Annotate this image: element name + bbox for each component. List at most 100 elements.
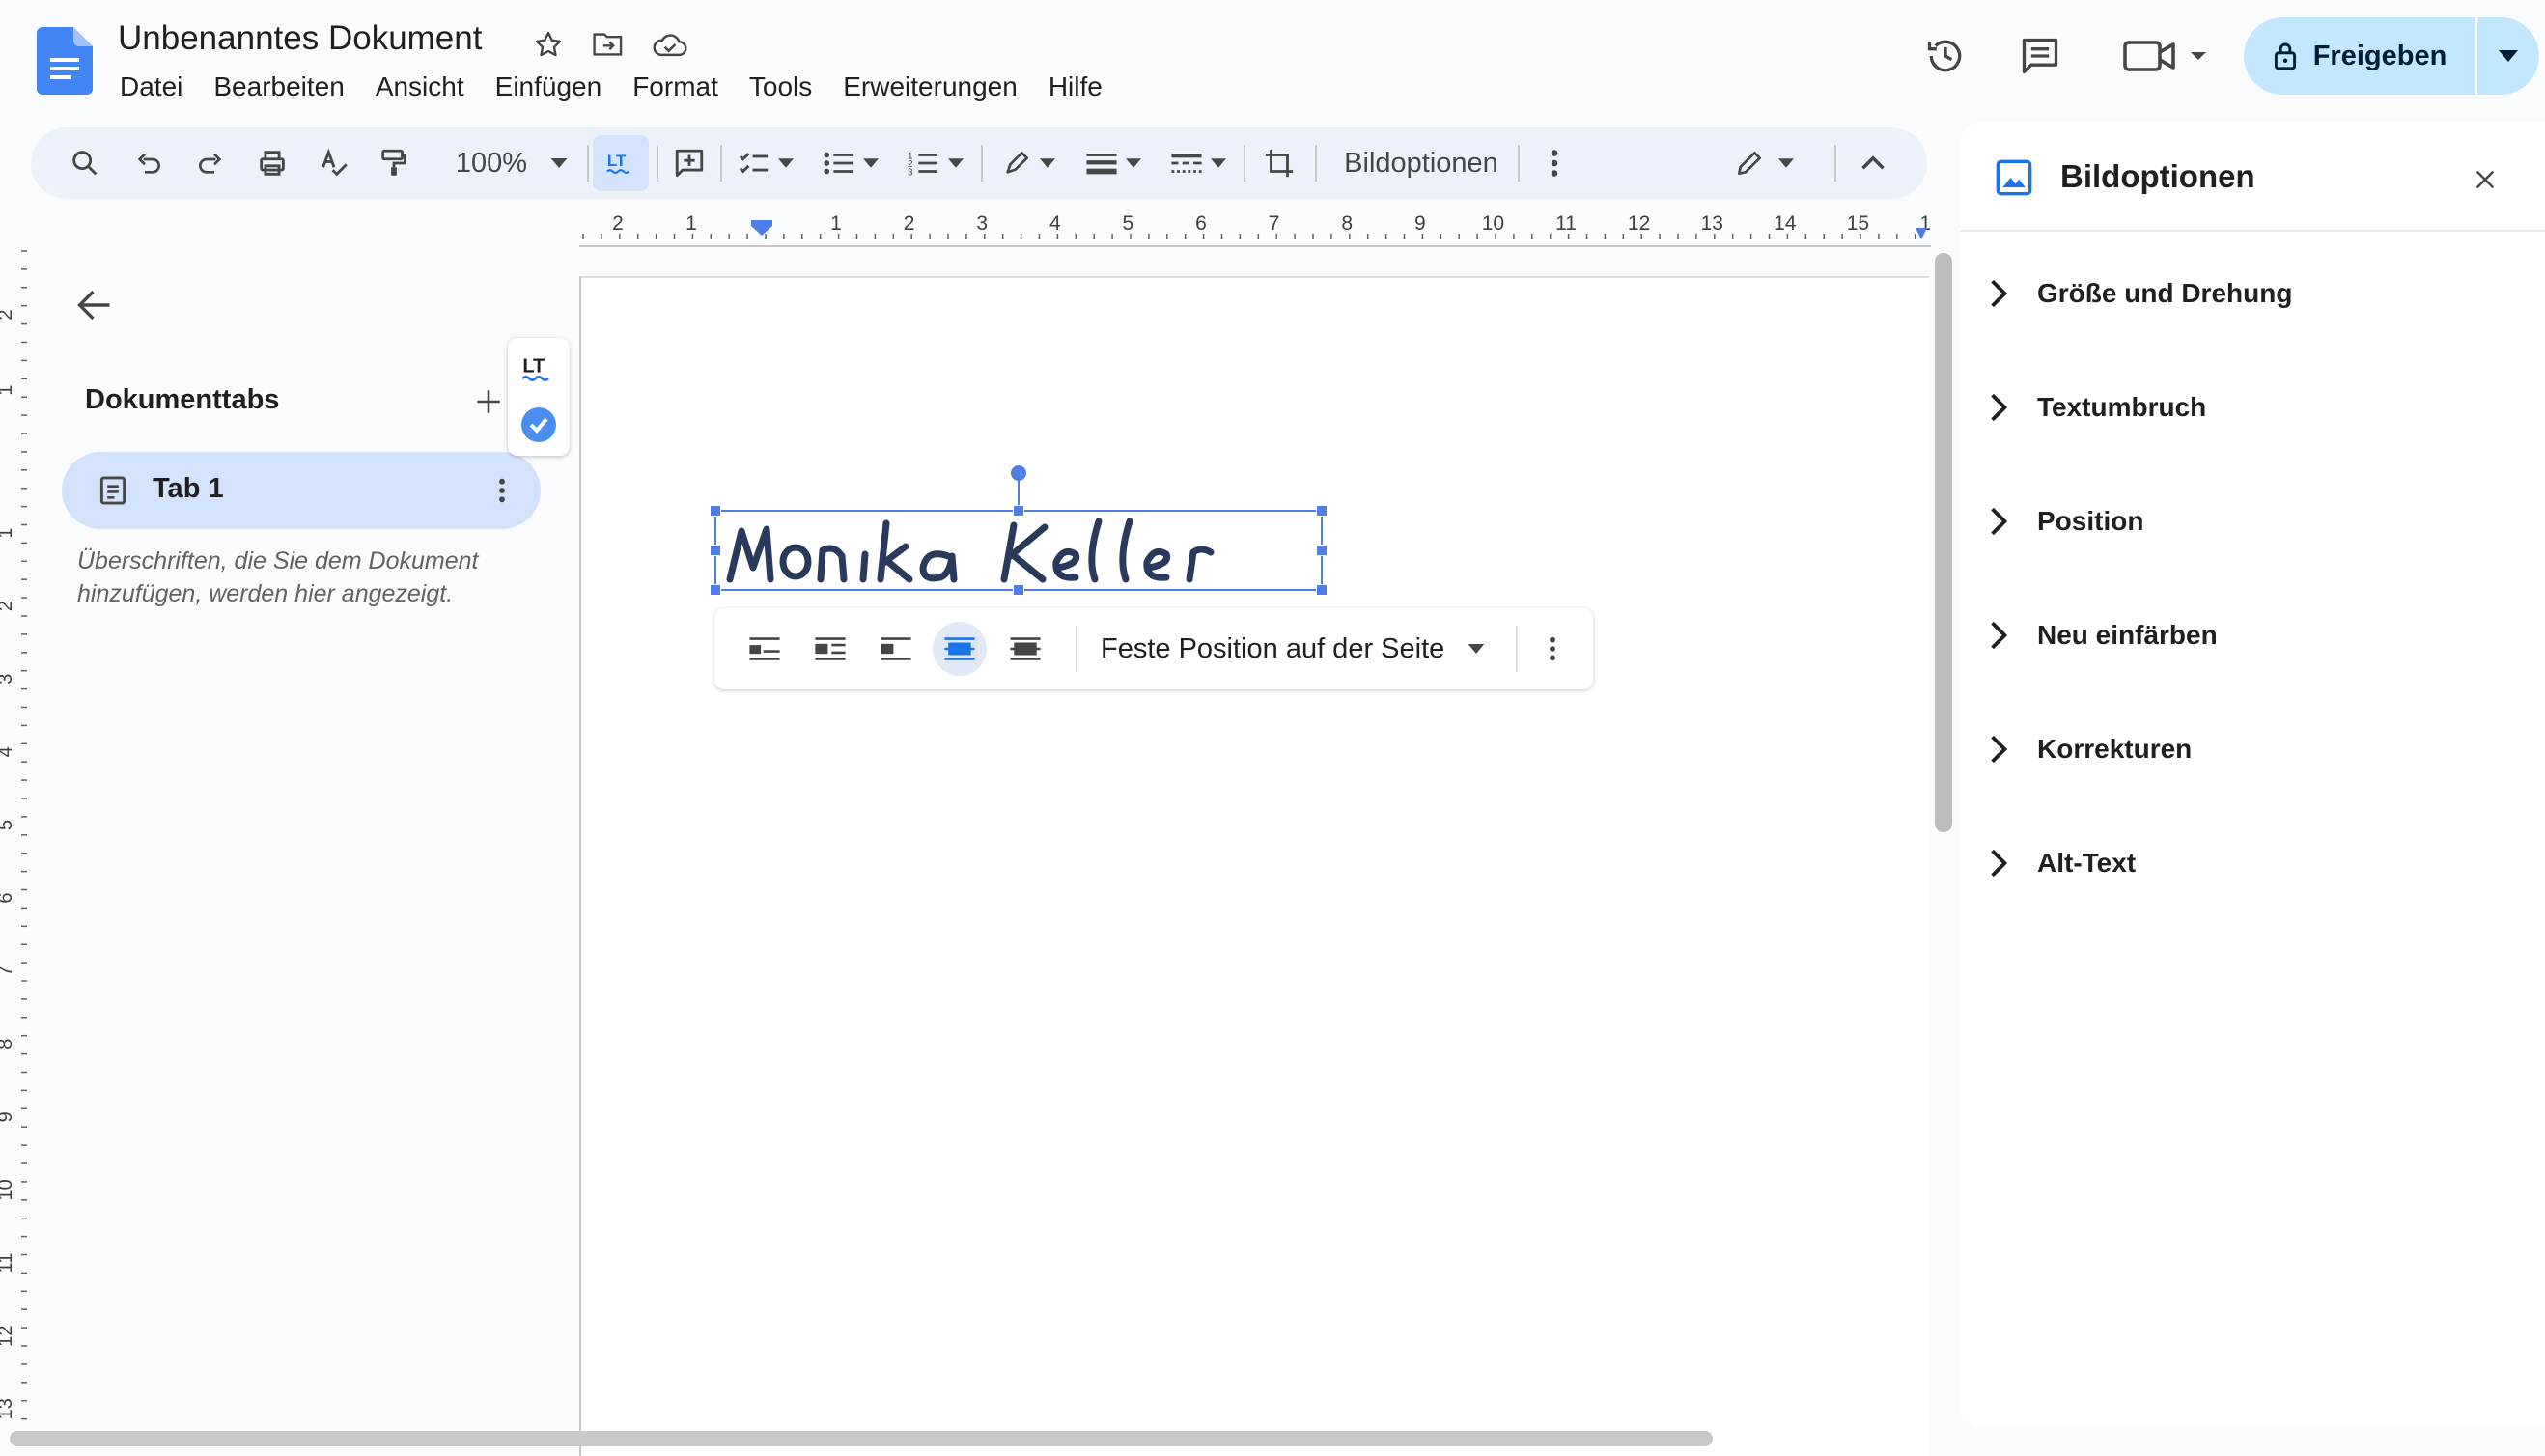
star-icon[interactable] [529, 25, 568, 64]
position-mode-dropdown[interactable]: Feste Position auf der Seite [1101, 622, 1485, 676]
wrap-text-icon[interactable] [803, 622, 857, 676]
border-color-icon[interactable] [989, 135, 1068, 191]
back-arrow-icon[interactable] [70, 280, 120, 330]
collapse-toolbar-icon[interactable] [1848, 135, 1898, 191]
ruler-tick-label: 6 [0, 892, 16, 903]
section-label: Alt-Text [2037, 848, 2137, 878]
menu-ansicht[interactable]: Ansicht [360, 68, 480, 106]
move-folder-icon[interactable] [589, 25, 628, 64]
ruler-tick-label: 2 [0, 601, 16, 611]
document-icon [98, 475, 127, 506]
ruler-tick-label: 15 [1847, 212, 1869, 235]
chevron-right-icon [1989, 392, 2008, 423]
comments-icon[interactable] [2010, 29, 2070, 83]
languagetool-icon[interactable]: LT [593, 135, 649, 191]
ruler-tick-label: 9 [1414, 212, 1426, 235]
meet-video-icon[interactable] [2116, 29, 2213, 83]
ruler-tick-label: 2 [904, 212, 915, 235]
ruler-tick-label: 8 [1341, 212, 1353, 235]
undo-icon[interactable] [124, 135, 174, 191]
image-options-panel: Bildoptionen Größe und Drehung Textumbru… [1960, 122, 2545, 1427]
resize-handle[interactable] [710, 505, 721, 517]
image-selection-frame[interactable] [710, 465, 1328, 596]
image-options-button[interactable]: Bildoptionen [1325, 135, 1518, 191]
section-recolor[interactable]: Neu einfärben [1989, 606, 2218, 664]
close-icon[interactable] [2462, 156, 2508, 203]
ruler-tick-label: 8 [0, 1039, 16, 1050]
menu-datei[interactable]: Datei [104, 68, 198, 106]
share-label: Freigeben [2312, 40, 2447, 71]
paint-format-icon[interactable] [369, 135, 419, 191]
section-alt-text[interactable]: Alt-Text [1989, 834, 2136, 892]
resize-handle[interactable] [710, 545, 721, 556]
section-text-wrapping[interactable]: Textumbruch [1989, 378, 2206, 436]
section-size-rotation[interactable]: Größe und Drehung [1989, 265, 2292, 322]
numbered-list-icon[interactable]: 123 [896, 135, 975, 191]
bulleted-list-icon[interactable] [811, 135, 890, 191]
tab-item-tab-1[interactable]: Tab 1 [62, 452, 541, 529]
menu-hilfe[interactable]: Hilfe [1033, 68, 1118, 106]
more-options-icon[interactable] [1529, 135, 1580, 191]
caret-down-icon [550, 158, 568, 168]
section-label: Position [2037, 506, 2144, 536]
share-button[interactable]: Freigeben [2244, 17, 2475, 95]
chevron-right-icon [1989, 848, 2008, 879]
resize-handle[interactable] [710, 584, 721, 596]
menu-format[interactable]: Format [617, 68, 734, 106]
behind-text-icon[interactable] [933, 622, 987, 676]
wrap-inline-icon[interactable] [738, 622, 792, 676]
section-adjustments[interactable]: Korrekturen [1989, 720, 2192, 778]
resize-handle[interactable] [1316, 545, 1328, 556]
resize-handle[interactable] [1013, 584, 1024, 596]
ruler-tick-label: 1 [0, 527, 16, 538]
google-docs-logo-icon[interactable] [37, 27, 93, 95]
rotate-handle[interactable] [1011, 465, 1026, 481]
image-more-options-icon[interactable] [1525, 622, 1580, 676]
resize-handle[interactable] [1316, 584, 1328, 596]
vertical-scrollbar[interactable] [1935, 253, 1952, 832]
ruler-tick-label: 14 [1774, 212, 1797, 235]
languagetool-logo-icon: LT [519, 351, 558, 386]
document-page[interactable] [579, 276, 1929, 1456]
horizontal-ruler[interactable]: 2112345678910111213141516 [579, 210, 1931, 247]
zoom-select[interactable]: 100% [434, 135, 589, 191]
border-dash-icon[interactable] [1159, 135, 1238, 191]
ruler-tick-label: 10 [1482, 212, 1504, 235]
ruler-tick-label: 2 [0, 309, 16, 320]
insert-comment-icon[interactable] [664, 135, 714, 191]
image-options-label: Bildoptionen [1344, 147, 1498, 179]
ruler-tick-label: 11 [0, 1253, 16, 1274]
search-menus-icon[interactable] [60, 135, 110, 191]
crop-image-icon[interactable] [1251, 135, 1307, 191]
image-floating-toolbar: Feste Position auf der Seite [714, 608, 1593, 689]
checklist-icon[interactable] [726, 135, 805, 191]
document-title[interactable]: Unbenanntes Dokument [118, 19, 482, 58]
editing-mode-select[interactable] [1711, 135, 1817, 191]
break-text-icon[interactable] [869, 622, 923, 676]
add-tab-icon[interactable] [467, 380, 510, 423]
panel-title: Bildoptionen [2060, 158, 2255, 194]
redo-icon[interactable] [185, 135, 236, 191]
print-icon[interactable] [247, 135, 297, 191]
section-label: Größe und Drehung [2037, 278, 2293, 308]
menu-erweiterungen[interactable]: Erweiterungen [827, 68, 1033, 106]
ruler-tick-label: 1 [685, 212, 697, 235]
horizontal-scrollbar[interactable] [10, 1431, 1713, 1446]
vertical-ruler[interactable]: 2112345678910111213 [0, 247, 29, 1454]
position-mode-label: Feste Position auf der Seite [1101, 632, 1445, 664]
ruler-tick-label: 7 [0, 966, 16, 976]
cloud-saved-icon[interactable] [651, 25, 689, 64]
resize-handle[interactable] [1013, 505, 1024, 517]
menu-einfuegen[interactable]: Einfügen [480, 68, 618, 106]
version-history-icon[interactable] [1916, 29, 1975, 83]
menu-bearbeiten[interactable]: Bearbeiten [198, 68, 359, 106]
in-front-of-text-icon[interactable] [998, 622, 1052, 676]
menu-tools[interactable]: Tools [734, 68, 827, 106]
resize-handle[interactable] [1316, 505, 1328, 517]
border-weight-icon[interactable] [1074, 135, 1153, 191]
spellcheck-icon[interactable] [309, 135, 359, 191]
indent-marker-icon[interactable] [751, 220, 772, 236]
tab-more-options-icon[interactable] [483, 471, 521, 510]
languagetool-widget[interactable]: LT [508, 338, 570, 456]
section-position[interactable]: Position [1989, 492, 2143, 550]
